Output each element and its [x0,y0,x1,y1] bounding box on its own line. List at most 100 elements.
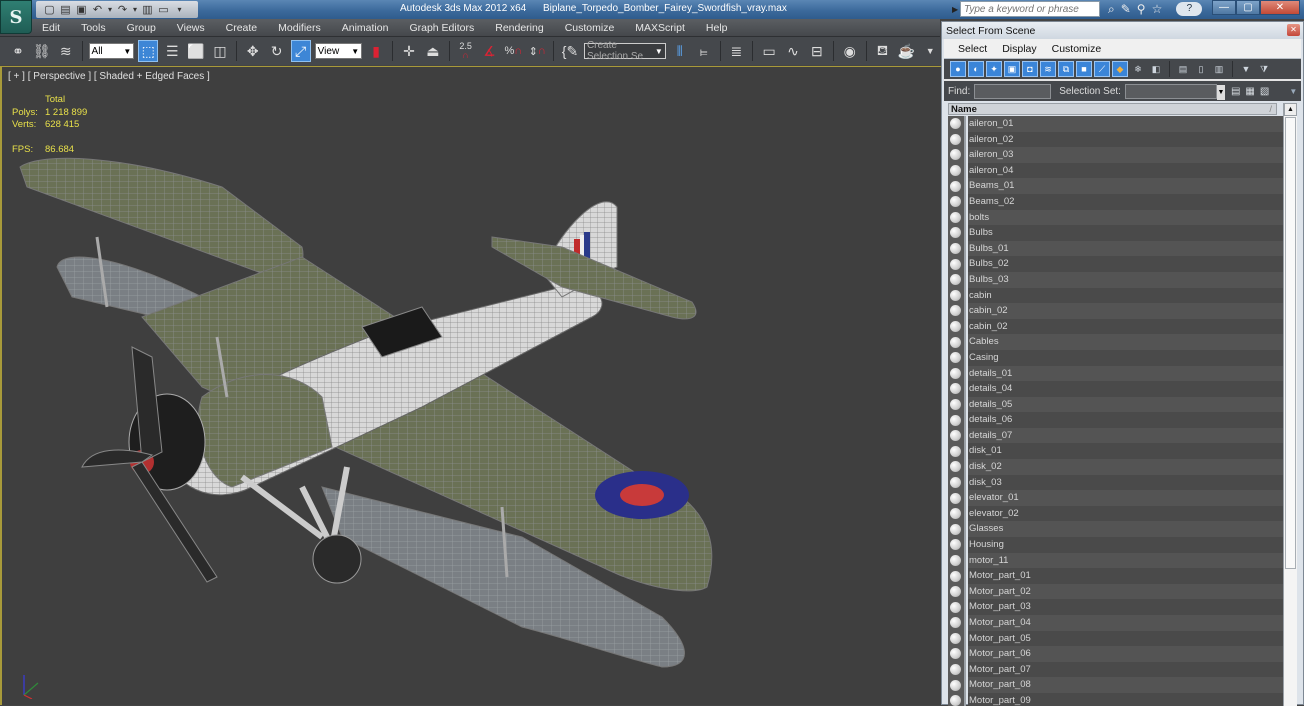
selection-filter-dropdown[interactable]: All ▼ [88,43,135,59]
column-header-name[interactable]: Name / [948,103,1277,115]
align-icon[interactable]: ⫢ [694,40,714,62]
spinner-snap-icon[interactable]: ⇕ ∩ [527,40,547,62]
list-item[interactable]: motor_11 [948,552,1283,569]
list-scrollbar[interactable]: ▲ [1283,103,1297,706]
list-item[interactable]: Motor_part_08 [948,677,1283,693]
wrench-icon[interactable]: ✎ [1121,2,1131,17]
list-item[interactable]: aileron_02 [948,131,1283,148]
options-dropdown-icon[interactable]: ▼ [1289,87,1297,96]
list-item[interactable]: Casing [948,349,1283,366]
scene-explorer-icon[interactable]: ▭ [759,40,779,62]
menu-help[interactable]: Help [706,22,728,34]
star-icon[interactable]: ☆ [1152,2,1163,17]
list-item[interactable]: Motor_part_09 [948,692,1283,706]
select-invert-icon[interactable]: ▥ [1211,61,1227,77]
list-item[interactable]: Motor_part_01 [948,568,1283,584]
open-file-icon[interactable]: ▤ [59,4,72,16]
menu-graph-editors[interactable]: Graph Editors [409,22,474,34]
material-editor-icon[interactable]: ◉ [840,40,860,62]
lights-filter-icon[interactable]: ✦ [986,61,1002,77]
list-item[interactable]: Motor_part_06 [948,646,1283,662]
selection-set-dropdown[interactable]: ▼ [1124,83,1225,100]
list-item[interactable]: Bulbs_01 [948,240,1283,257]
close-button[interactable]: ✕ [1260,0,1300,15]
geometry-filter-icon[interactable]: ● [950,61,966,77]
list-item[interactable]: details_06 [948,412,1283,428]
dialog-menu-display[interactable]: Display [1002,43,1036,55]
unlink-icon[interactable]: ⛓ [32,40,52,62]
helpers-filter-icon[interactable]: ◘ [1022,61,1038,77]
find-input[interactable] [974,83,1052,99]
named-selection-dropdown[interactable]: Create Selection Se ▼ [583,40,666,62]
list-item[interactable]: Motor_part_03 [948,599,1283,615]
list-item[interactable]: details_05 [948,396,1283,413]
select-all-icon[interactable]: ▤ [1175,61,1191,77]
groups-filter-icon[interactable]: ⧉ [1058,61,1074,77]
select-by-name-icon[interactable]: ☰ [162,40,182,62]
dialog-menu-customize[interactable]: Customize [1052,43,1102,55]
rotate-icon[interactable]: ↻ [267,40,287,62]
cameras-filter-icon[interactable]: ▣ [1004,61,1020,77]
list-item[interactable]: Beams_02 [948,193,1283,210]
satellite-icon[interactable]: ⚲ [1137,2,1146,17]
window-icon[interactable]: ▭ [157,4,170,16]
help-button[interactable]: ? [1176,2,1203,16]
dialog-title-bar[interactable]: Select From Scene ✕ [942,22,1303,39]
toolbar-overflow-icon[interactable]: ▼ [920,40,940,62]
expand-arrow-icon[interactable]: ▶ [952,5,960,14]
menu-animation[interactable]: Animation [342,22,389,34]
scrollbar-thumb[interactable] [1285,117,1296,569]
edit-named-selection-icon[interactable]: {✎ [560,40,580,62]
dropdown-icon[interactable]: ▾ [173,4,186,16]
list-item[interactable]: aileron_04 [948,162,1283,179]
list-item[interactable]: Motor_part_05 [948,630,1283,647]
add-to-selection-set-icon[interactable]: ▦ [1245,86,1254,97]
scroll-up-icon[interactable]: ▲ [1284,103,1297,116]
keyboard-shortcut-icon[interactable]: ⏏ [423,40,443,62]
use-pivot-icon[interactable]: ▮ [366,40,386,62]
binoculars-icon[interactable]: ⌕ [1108,2,1115,17]
mirror-icon[interactable]: ⫴ [670,40,690,62]
select-none-icon[interactable]: ▯ [1193,61,1209,77]
viewport-label[interactable]: [ + ] [ Perspective ] [ Shaded + Edged F… [8,71,210,82]
dialog-menu-select[interactable]: Select [958,43,987,55]
list-item[interactable]: Motor_part_02 [948,583,1283,600]
perspective-viewport[interactable]: [ + ] [ Perspective ] [ Shaded + Edged F… [0,66,941,705]
hidden-filter-icon[interactable]: ◧ [1148,61,1164,77]
reference-coord-dropdown[interactable]: View ▼ [314,43,363,59]
new-file-icon[interactable]: ▢ [43,4,56,16]
undo-dropdown-icon[interactable]: ▾ [107,4,113,16]
list-item[interactable]: bolts [948,209,1283,226]
list-item[interactable]: aileron_03 [948,147,1283,163]
menu-tools[interactable]: Tools [81,22,106,34]
curve-editor-icon[interactable]: ∿ [783,40,803,62]
list-item[interactable]: Glasses [948,521,1283,538]
angle-snap-icon[interactable]: ∡ [480,40,500,62]
link-icon[interactable]: ⚭ [8,40,28,62]
list-item[interactable]: disk_03 [948,474,1283,491]
frozen-filter-icon[interactable]: ❄ [1130,61,1146,77]
dialog-close-button[interactable]: ✕ [1287,24,1300,36]
space-warps-filter-icon[interactable]: ≋ [1040,61,1056,77]
select-manipulate-icon[interactable]: ✛ [399,40,419,62]
list-item[interactable]: details_04 [948,381,1283,397]
list-item[interactable]: Beams_01 [948,178,1283,194]
list-item[interactable]: elevator_01 [948,490,1283,506]
shapes-filter-icon[interactable]: ◐ [968,61,984,77]
menu-maxscript[interactable]: MAXScript [635,22,685,34]
menu-create[interactable]: Create [226,22,258,34]
list-item[interactable]: details_07 [948,427,1283,444]
list-item[interactable]: Bulbs [948,225,1283,241]
list-item[interactable]: Motor_part_07 [948,661,1283,678]
list-item[interactable]: disk_01 [948,443,1283,460]
list-item[interactable]: Bulbs_02 [948,256,1283,272]
list-item[interactable]: Bulbs_03 [948,271,1283,288]
layer-manager-icon[interactable]: ≣ [726,40,746,62]
redo-dropdown-icon[interactable]: ▾ [132,4,138,16]
rectangular-selection-icon[interactable]: ⬜ [186,40,206,62]
bones-filter-icon[interactable]: ⟋ [1094,61,1110,77]
menu-edit[interactable]: Edit [42,22,60,34]
filter-icon[interactable]: ▼ [1238,61,1254,77]
containers-filter-icon[interactable]: ◆ [1112,61,1128,77]
save-icon[interactable]: ▣ [75,4,88,16]
